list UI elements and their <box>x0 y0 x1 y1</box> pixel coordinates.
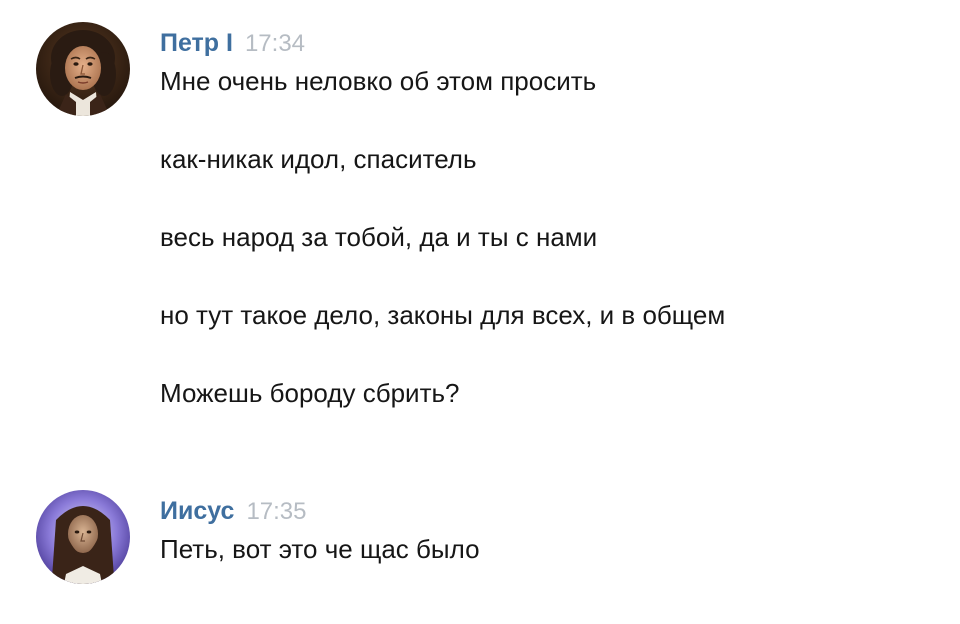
message-header: Иисус 17:35 <box>160 492 940 530</box>
message-timestamp[interactable]: 17:34 <box>245 30 305 57</box>
message-header: Петр I 17:34 <box>160 24 940 62</box>
jesus-avatar-icon[interactable] <box>36 490 130 584</box>
message-text: Мне очень неловко об этом просить <box>160 66 597 96</box>
message-content: Петр I 17:34 Мне очень неловко об этом пр… <box>160 24 940 412</box>
message-text: Петь, вот это че щас было <box>160 534 480 564</box>
message-text: как-никак идол, спаситель <box>160 144 477 174</box>
chat-history: Петр I 17:34 Мне очень неловко об этом пр… <box>0 0 960 624</box>
message-content: Иисус 17:35 Петь, вот это че щас было <box>160 492 940 568</box>
author-name-link[interactable]: Петр I <box>160 29 233 57</box>
message-text: весь народ за тобой, да и ты с нами <box>160 222 598 252</box>
author-name-link[interactable]: Иисус <box>160 497 234 525</box>
peter-avatar-icon[interactable] <box>36 22 130 116</box>
message-text: но тут такое дело, законы для всех, и в … <box>160 300 726 330</box>
message-timestamp[interactable]: 17:35 <box>246 498 306 525</box>
message-text: Можешь бороду сбрить? <box>160 378 460 408</box>
